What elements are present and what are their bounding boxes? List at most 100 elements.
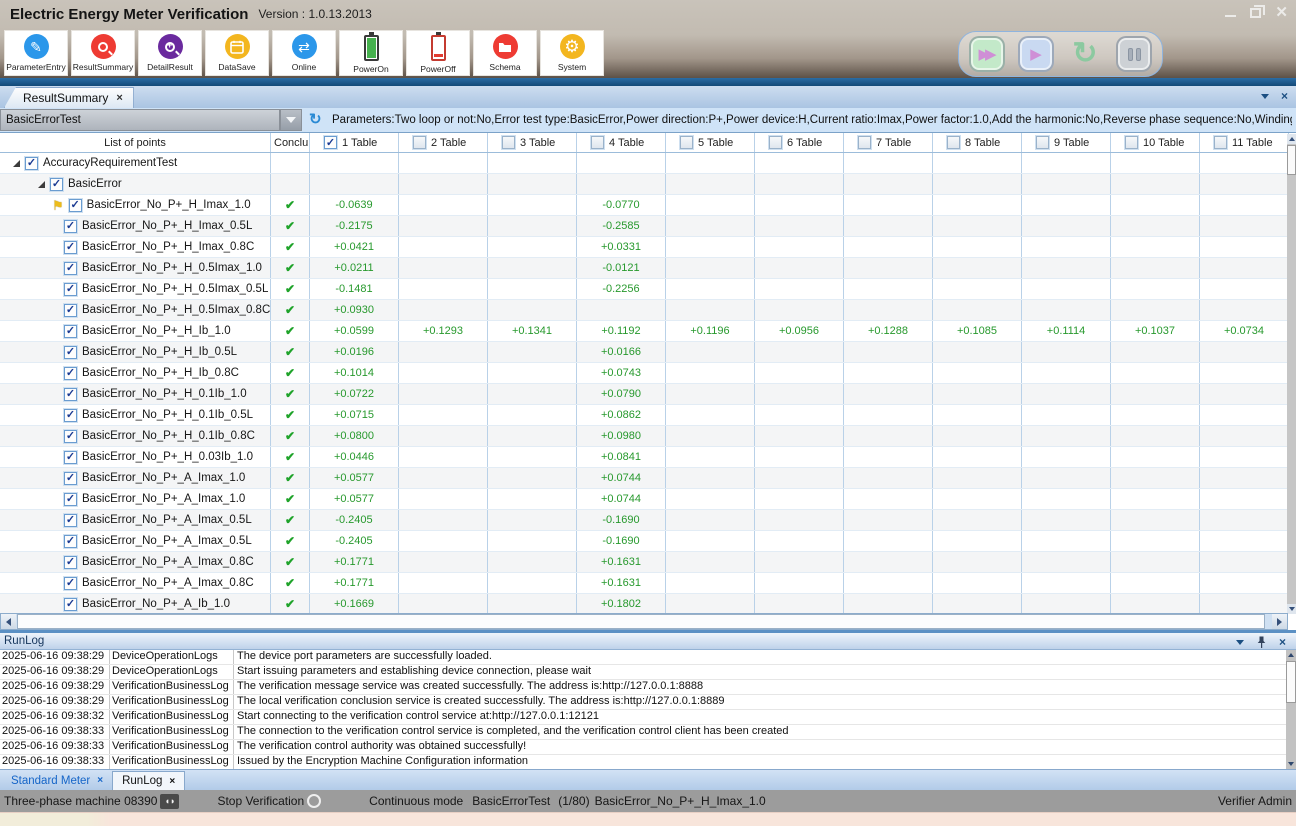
tab-close-icon[interactable]: × xyxy=(97,775,103,786)
toolbar-button-DataSave[interactable]: DataSave xyxy=(205,30,269,76)
checkbox-checked[interactable]: ✓ xyxy=(64,598,77,611)
checkbox-checked[interactable]: ✓ xyxy=(64,430,77,443)
tree-point[interactable]: ⚑✓BasicError_No_P+_H_Imax_1.0 xyxy=(0,195,271,215)
checkbox-checked[interactable]: ✓ xyxy=(64,220,77,233)
checkbox-checked[interactable]: ✓ xyxy=(64,325,77,338)
expander-icon[interactable] xyxy=(38,181,45,188)
log-entry[interactable]: 2025-06-16 09:38:32VerificationBusinessL… xyxy=(0,710,1286,725)
scroll-up-icon[interactable] xyxy=(1287,134,1296,144)
column-header-8-Table[interactable]: 8 Table xyxy=(933,133,1022,152)
grid-row[interactable]: ✓BasicError_No_P+_A_Ib_1.0✔+0.1669+0.180… xyxy=(0,594,1296,613)
log-entry[interactable]: 2025-06-16 09:38:29DeviceOperationLogsSt… xyxy=(0,665,1286,680)
grid-row[interactable]: ✓BasicError_No_P+_A_Imax_0.5L✔-0.2405-0.… xyxy=(0,510,1296,531)
column-header-6-Table[interactable]: 6 Table xyxy=(755,133,844,152)
checkbox-checked[interactable]: ✓ xyxy=(64,262,77,275)
toolbar-button-Schema[interactable]: Schema xyxy=(473,30,537,76)
tree-point[interactable]: ✓BasicError_No_P+_H_0.1Ib_1.0 xyxy=(0,384,271,404)
checkbox-checked[interactable]: ✓ xyxy=(64,388,77,401)
runlog-scrollbar[interactable] xyxy=(1286,650,1296,769)
log-entry[interactable]: 2025-06-16 09:38:33VerificationBusinessL… xyxy=(0,755,1286,769)
expander-icon[interactable] xyxy=(13,160,20,167)
close-icon[interactable]: ✕ xyxy=(1275,6,1288,19)
checkbox-unchecked[interactable] xyxy=(769,136,782,149)
checkbox-unchecked[interactable] xyxy=(1036,136,1049,149)
checkbox-checked[interactable]: ✓ xyxy=(64,346,77,359)
tab-list-dropdown-icon[interactable] xyxy=(1261,94,1269,99)
play-button[interactable]: ▶ xyxy=(1018,36,1054,72)
grid-row[interactable]: ✓BasicError_No_P+_H_Ib_0.8C✔+0.1014+0.07… xyxy=(0,363,1296,384)
checkbox-checked[interactable]: ✓ xyxy=(64,514,77,527)
tree-point[interactable]: ✓BasicError_No_P+_H_0.5Imax_0.5L xyxy=(0,279,271,299)
column-header-9-Table[interactable]: 9 Table xyxy=(1022,133,1111,152)
tree-point[interactable]: ✓BasicError_No_P+_A_Imax_1.0 xyxy=(0,468,271,488)
checkbox-checked[interactable]: ✓ xyxy=(324,136,337,149)
stop-verification-toggle[interactable] xyxy=(307,794,321,808)
checkbox-checked[interactable]: ✓ xyxy=(64,367,77,380)
grid-row[interactable]: ✓BasicError_No_P+_A_Imax_0.5L✔-0.2405-0.… xyxy=(0,531,1296,552)
scroll-down-icon[interactable] xyxy=(1287,604,1296,614)
grid-row[interactable]: ✓BasicError_No_P+_H_0.5Imax_1.0✔+0.0211-… xyxy=(0,258,1296,279)
log-entry[interactable]: 2025-06-16 09:38:29VerificationBusinessL… xyxy=(0,680,1286,695)
tree-point[interactable]: ✓BasicError_No_P+_H_0.5Imax_1.0 xyxy=(0,258,271,278)
bottom-tab-Standard-Meter[interactable]: Standard Meter× xyxy=(2,771,112,790)
tree-point[interactable]: ✓BasicError_No_P+_H_Imax_0.5L xyxy=(0,216,271,236)
grid-row[interactable]: ✓BasicError_No_P+_H_Imax_0.5L✔-0.2175-0.… xyxy=(0,216,1296,237)
column-header-11-Table[interactable]: 11 Table xyxy=(1200,133,1289,152)
toolbar-button-ResultSummary[interactable]: ResultSummary xyxy=(71,30,135,76)
scrollbar-thumb[interactable] xyxy=(17,614,1265,629)
grid-horizontal-scrollbar[interactable] xyxy=(0,613,1288,630)
checkbox-unchecked[interactable] xyxy=(680,136,693,149)
scheme-dropdown-button[interactable] xyxy=(280,109,302,131)
checkbox-checked[interactable]: ✓ xyxy=(64,577,77,590)
scrollbar-thumb[interactable] xyxy=(1286,661,1296,703)
toolbar-button-Online[interactable]: ⇄Online xyxy=(272,30,336,76)
tree-point[interactable]: ✓BasicError_No_P+_H_Imax_0.8C xyxy=(0,237,271,257)
maximize-icon[interactable] xyxy=(1250,8,1261,18)
tree-point[interactable]: ✓BasicError_No_P+_A_Imax_0.5L xyxy=(0,510,271,530)
tree-group[interactable]: ✓BasicError xyxy=(0,174,271,194)
checkbox-unchecked[interactable] xyxy=(858,136,871,149)
grid-row[interactable]: ✓BasicError_No_P+_H_0.1Ib_0.8C✔+0.0800+0… xyxy=(0,426,1296,447)
grid-vertical-scrollbar[interactable] xyxy=(1287,134,1296,614)
checkbox-checked[interactable]: ✓ xyxy=(64,493,77,506)
checkbox-checked[interactable]: ✓ xyxy=(64,409,77,422)
tree-point[interactable]: ✓BasicError_No_P+_H_0.1Ib_0.8C xyxy=(0,426,271,446)
grid-row[interactable]: ✓BasicError_No_P+_H_Imax_0.8C✔+0.0421+0.… xyxy=(0,237,1296,258)
toolbar-button-DetailResult[interactable]: +DetailResult xyxy=(138,30,202,76)
tree-point[interactable]: ✓BasicError_No_P+_A_Imax_0.8C xyxy=(0,552,271,572)
column-header-3-Table[interactable]: 3 Table xyxy=(488,133,577,152)
column-header-4-Table[interactable]: 4 Table xyxy=(577,133,666,152)
column-header-2-Table[interactable]: 2 Table xyxy=(399,133,488,152)
tree-point[interactable]: ✓BasicError_No_P+_A_Ib_1.0 xyxy=(0,594,271,613)
tree-point[interactable]: ✓BasicError_No_P+_H_Ib_0.8C xyxy=(0,363,271,383)
toolbar-button-ParameterEntry[interactable]: ✎ParameterEntry xyxy=(4,30,68,76)
tree-point[interactable]: ✓BasicError_No_P+_H_0.03Ib_1.0 xyxy=(0,447,271,467)
checkbox-checked[interactable]: ✓ xyxy=(64,304,77,317)
checkbox-checked[interactable]: ✓ xyxy=(50,178,63,191)
log-entry[interactable]: 2025-06-16 09:38:33VerificationBusinessL… xyxy=(0,725,1286,740)
bottom-tab-RunLog[interactable]: RunLog× xyxy=(112,771,185,790)
scroll-down-icon[interactable] xyxy=(1286,759,1296,769)
column-header-10-Table[interactable]: 10 Table xyxy=(1111,133,1200,152)
tab-close-icon[interactable]: × xyxy=(116,92,122,104)
grid-row[interactable]: ✓BasicError_No_P+_A_Imax_1.0✔+0.0577+0.0… xyxy=(0,489,1296,510)
checkbox-unchecked[interactable] xyxy=(502,136,515,149)
tree-point[interactable]: ✓BasicError_No_P+_H_0.1Ib_0.5L xyxy=(0,405,271,425)
pause-button[interactable] xyxy=(1116,36,1152,72)
toolbar-button-System[interactable]: ⚙System xyxy=(540,30,604,76)
tree-point[interactable]: ✓BasicError_No_P+_H_Ib_1.0 xyxy=(0,321,271,341)
checkbox-checked[interactable]: ✓ xyxy=(64,535,77,548)
grid-row[interactable]: ✓BasicError_No_P+_H_0.1Ib_0.5L✔+0.0715+0… xyxy=(0,405,1296,426)
tree-group[interactable]: ✓AccuracyRequirementTest xyxy=(0,153,271,173)
grid-row[interactable]: ✓BasicError xyxy=(0,174,1296,195)
toolbar-button-PowerOff[interactable]: PowerOff xyxy=(406,30,470,76)
panel-close-icon[interactable]: × xyxy=(1279,636,1286,648)
scheme-select[interactable]: BasicErrorTest xyxy=(0,109,280,131)
column-header-5-Table[interactable]: 5 Table xyxy=(666,133,755,152)
checkbox-unchecked[interactable] xyxy=(1214,136,1227,149)
grid-row[interactable]: ✓BasicError_No_P+_H_Ib_0.5L✔+0.0196+0.01… xyxy=(0,342,1296,363)
log-entry[interactable]: 2025-06-16 09:38:33VerificationBusinessL… xyxy=(0,740,1286,755)
log-entry[interactable]: 2025-06-16 09:38:29VerificationBusinessL… xyxy=(0,695,1286,710)
grid-row[interactable]: ✓AccuracyRequirementTest xyxy=(0,153,1296,174)
checkbox-unchecked[interactable] xyxy=(591,136,604,149)
